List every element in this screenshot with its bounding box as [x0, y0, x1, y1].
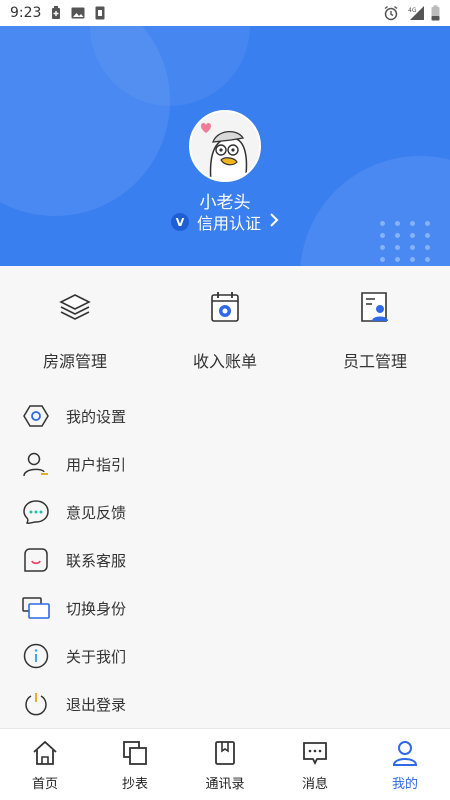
tab-label: 首页	[31, 777, 58, 792]
verify-label: 信用认证	[196, 214, 261, 233]
menu-item-feedback[interactable]: 意见反馈	[0, 488, 450, 536]
info-icon	[22, 642, 50, 670]
avatar[interactable]	[189, 110, 261, 182]
signal-4g-icon: 4G	[405, 5, 425, 21]
tab-label: 消息	[301, 777, 328, 792]
image-icon	[71, 7, 85, 19]
menu-item-label: 意见反馈	[66, 503, 127, 522]
stack-layers-icon	[56, 288, 94, 326]
tab-messages[interactable]: 消息	[270, 729, 360, 800]
switch-identity-icon	[22, 594, 50, 622]
menu-item-customer-service[interactable]: 联系客服	[0, 536, 450, 584]
sim-icon	[95, 6, 105, 20]
contacts-icon	[211, 739, 239, 767]
home-icon	[31, 739, 59, 767]
battery-icon	[431, 5, 440, 21]
employee-card-icon	[356, 288, 394, 326]
user-guide-icon	[22, 450, 50, 478]
tab-label: 我的	[391, 777, 418, 792]
quick-action-employees[interactable]: 员工管理	[300, 266, 450, 384]
menu-item-label: 联系客服	[66, 551, 127, 570]
credit-verify-link[interactable]: V 信用认证	[0, 210, 450, 234]
tab-contacts[interactable]: 通讯录	[180, 729, 270, 800]
power-icon	[22, 690, 50, 718]
menu-item-label: 我的设置	[66, 407, 127, 426]
profile-icon	[391, 739, 419, 767]
menu-item-user-guide[interactable]: 用户指引	[0, 440, 450, 488]
menu-item-label: 用户指引	[66, 455, 127, 474]
meter-icon	[121, 739, 149, 767]
quick-action-label: 收入账单	[192, 352, 257, 371]
calendar-bill-icon	[206, 288, 244, 326]
feedback-bubble-icon	[22, 498, 50, 526]
svg-text:4G: 4G	[408, 7, 417, 14]
quick-action-label: 房源管理	[42, 352, 107, 371]
quick-action-property[interactable]: 房源管理	[0, 266, 150, 384]
menu-item-logout[interactable]: 退出登录	[0, 680, 450, 728]
tab-meter[interactable]: 抄表	[90, 729, 180, 800]
smile-bubble-icon	[22, 546, 50, 574]
quick-action-label: 员工管理	[342, 352, 407, 371]
profile-header: 小老头 V 信用认证	[0, 26, 450, 266]
tab-label: 通讯录	[205, 777, 245, 792]
menu-item-switch-identity[interactable]: 切换身份	[0, 584, 450, 632]
status-time: 9:23	[10, 5, 42, 21]
alarm-icon	[383, 5, 399, 21]
duck-avatar-icon	[191, 112, 259, 180]
settings-hexagon-icon	[22, 402, 50, 430]
battery-saver-icon	[51, 6, 61, 20]
menu-item-about[interactable]: 关于我们	[0, 632, 450, 680]
tab-profile[interactable]: 我的	[360, 729, 450, 800]
tab-label: 抄表	[121, 777, 148, 792]
verify-badge-icon: V	[170, 213, 189, 231]
settings-menu: 我的设置 用户指引 意见反馈 联系客服 切换身份 关于我们 退出登录	[0, 392, 450, 728]
message-icon	[301, 739, 329, 767]
chevron-right-icon	[269, 212, 279, 232]
quick-actions: 房源管理 收入账单 员工管理	[0, 266, 450, 384]
status-bar: 9:23 4G	[0, 0, 450, 26]
menu-item-label: 退出登录	[66, 695, 127, 714]
quick-action-income[interactable]: 收入账单	[150, 266, 300, 384]
menu-item-label: 关于我们	[66, 647, 127, 666]
bottom-tab-bar: 首页 抄表 通讯录 消息 我的	[0, 728, 450, 800]
menu-item-settings[interactable]: 我的设置	[0, 392, 450, 440]
menu-item-label: 切换身份	[66, 599, 127, 618]
tab-home[interactable]: 首页	[0, 729, 90, 800]
